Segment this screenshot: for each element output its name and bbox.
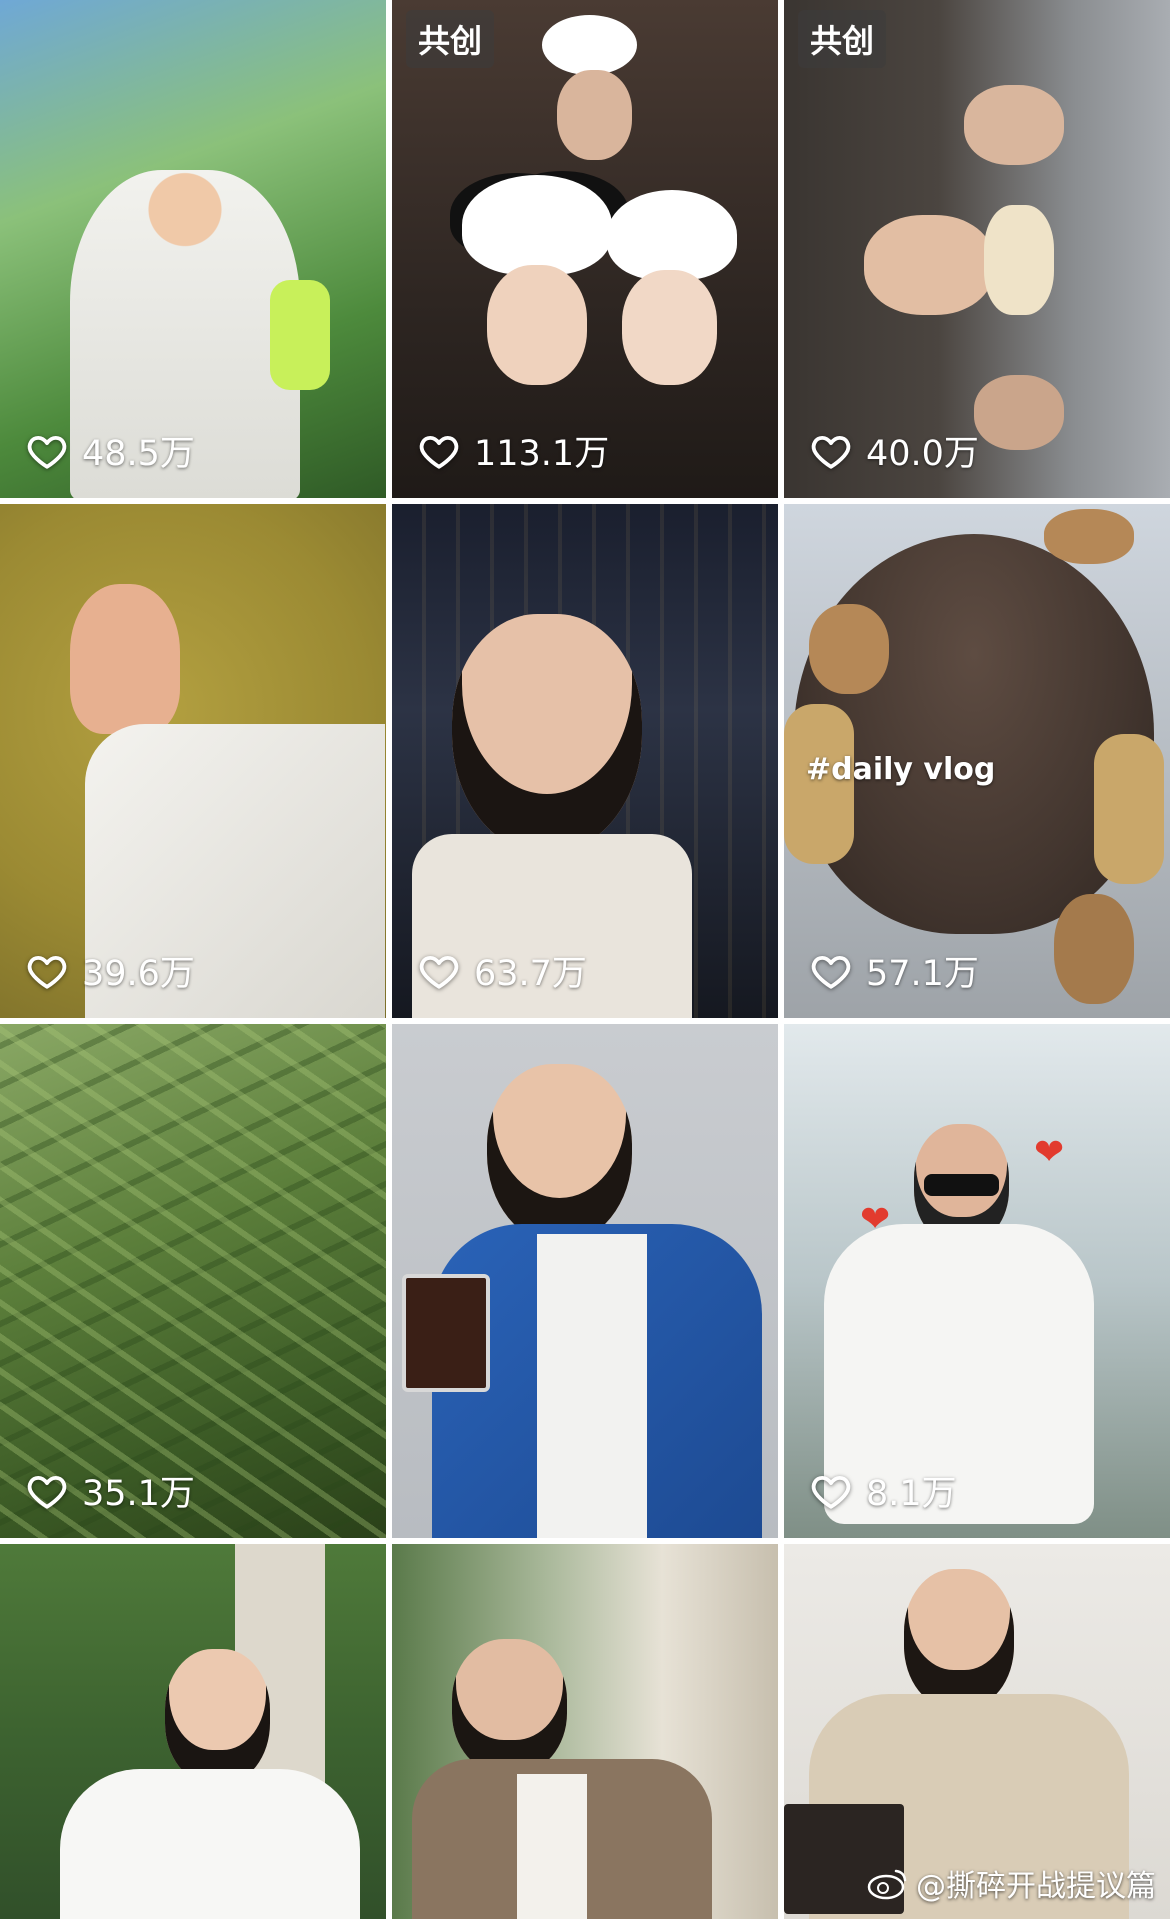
cap bbox=[984, 205, 1054, 315]
person-face-top bbox=[964, 85, 1064, 165]
person-face-middle bbox=[864, 215, 994, 315]
video-grid: 48.5万 共创 113.1万 共创 40.0万 39.6万 63.7万 #da… bbox=[0, 0, 1170, 1919]
sunglasses bbox=[924, 1174, 999, 1196]
watermark: @撕碎开战提议篇 bbox=[866, 1861, 1156, 1905]
face-left bbox=[487, 265, 587, 385]
person-face bbox=[487, 1064, 632, 1244]
drink-glass bbox=[402, 1274, 490, 1392]
face-back bbox=[557, 70, 632, 160]
like-count: 39.6万 bbox=[26, 945, 195, 996]
white-shirt bbox=[537, 1234, 647, 1538]
like-count-text: 63.7万 bbox=[474, 954, 587, 994]
like-count: 35.1万 bbox=[26, 1465, 195, 1516]
teddy-bear-sticker-bottom bbox=[1054, 894, 1134, 1004]
person-face bbox=[904, 1569, 1014, 1709]
waving-hand bbox=[70, 584, 180, 734]
panda-hat-left bbox=[462, 175, 612, 275]
like-count: 63.7万 bbox=[418, 945, 587, 996]
heart-sticker-icon: ❤ bbox=[860, 1199, 891, 1240]
like-count: 113.1万 bbox=[418, 425, 609, 476]
person-face bbox=[165, 1649, 270, 1784]
like-count-text: 48.5万 bbox=[82, 434, 195, 474]
heart-icon bbox=[27, 955, 67, 989]
bamboo-leaves bbox=[0, 1024, 386, 1538]
person-face-bottom bbox=[974, 375, 1064, 450]
like-count: 57.1万 bbox=[810, 945, 979, 996]
video-tile-6[interactable]: #daily vlog 57.1万 bbox=[784, 504, 1170, 1018]
video-tile-7[interactable]: 35.1万 bbox=[0, 1024, 386, 1538]
like-count-text: 35.1万 bbox=[82, 1474, 195, 1514]
video-tile-1[interactable]: 48.5万 bbox=[0, 0, 386, 498]
co-create-badge: 共创 bbox=[406, 10, 495, 68]
video-tile-9[interactable]: ❤ ❤ 8.1万 bbox=[784, 1024, 1170, 1538]
person-face bbox=[452, 614, 642, 854]
video-tile-2[interactable]: 共创 113.1万 bbox=[392, 0, 778, 498]
like-count-text: 40.0万 bbox=[866, 434, 979, 474]
like-count: 8.1万 bbox=[810, 1465, 957, 1516]
like-count: 48.5万 bbox=[26, 425, 195, 476]
heart-icon bbox=[27, 1475, 67, 1509]
co-create-badge: 共创 bbox=[798, 10, 887, 68]
heart-icon bbox=[811, 1475, 851, 1509]
person-face bbox=[452, 1639, 567, 1774]
heart-icon bbox=[419, 435, 459, 469]
headphones-right bbox=[1094, 734, 1164, 884]
like-count-text: 39.6万 bbox=[82, 954, 195, 994]
video-tile-11[interactable] bbox=[392, 1544, 778, 1919]
heart-icon bbox=[811, 955, 851, 989]
white-tee bbox=[517, 1774, 587, 1919]
teddy-bear-sticker bbox=[809, 604, 889, 694]
heart-icon bbox=[811, 435, 851, 469]
heart-icon bbox=[419, 955, 459, 989]
video-tile-12[interactable]: @撕碎开战提议篇 bbox=[784, 1544, 1170, 1919]
white-shirt bbox=[60, 1769, 360, 1919]
panda-hat-right bbox=[607, 190, 737, 280]
green-sleeve bbox=[270, 280, 330, 390]
like-count-text: 113.1万 bbox=[474, 434, 610, 474]
video-tile-4[interactable]: 39.6万 bbox=[0, 504, 386, 1018]
like-count: 40.0万 bbox=[810, 425, 979, 476]
face-right bbox=[622, 270, 717, 385]
teddy-bear-sticker-top bbox=[1044, 509, 1134, 564]
watermark-text: @撕碎开战提议篇 bbox=[916, 1869, 1156, 1904]
weibo-icon bbox=[867, 1869, 907, 1900]
like-count-text: 8.1万 bbox=[866, 1474, 957, 1514]
heart-sticker-icon: ❤ bbox=[1034, 1132, 1065, 1173]
panda-hat-top bbox=[542, 15, 637, 75]
heart-icon bbox=[27, 435, 67, 469]
video-tile-10[interactable] bbox=[0, 1544, 386, 1919]
video-tile-5[interactable]: 63.7万 bbox=[392, 504, 778, 1018]
like-count-text: 57.1万 bbox=[866, 954, 979, 994]
vlog-caption: #daily vlog bbox=[806, 752, 996, 787]
video-tile-8[interactable] bbox=[392, 1024, 778, 1538]
video-tile-3[interactable]: 共创 40.0万 bbox=[784, 0, 1170, 498]
